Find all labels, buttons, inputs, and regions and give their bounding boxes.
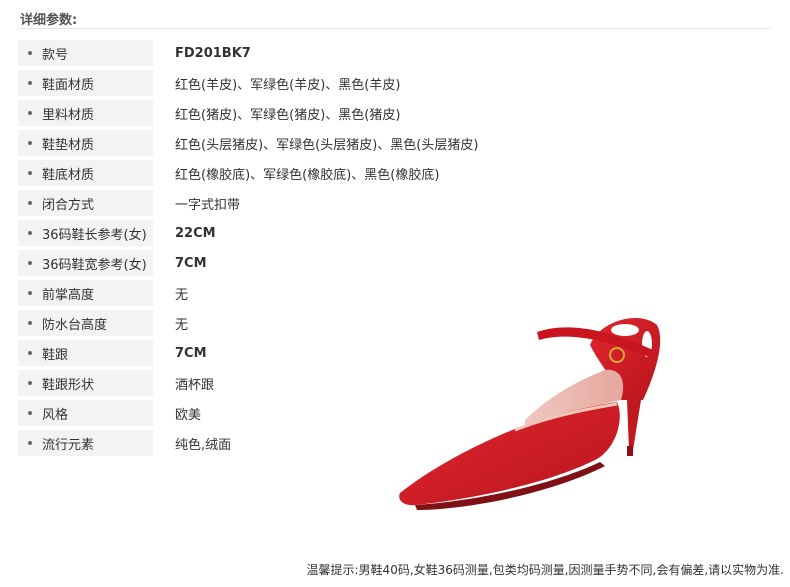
bullet-icon: [28, 141, 32, 145]
spec-label-cell: 里料材质: [18, 100, 153, 126]
bullet-icon: [28, 81, 32, 85]
spec-label-cell: 鞋跟: [18, 340, 153, 366]
red-heel-shoe-icon: [399, 317, 661, 510]
spec-value: 酒杯跟: [175, 377, 215, 393]
bullet-icon: [28, 231, 32, 235]
section-title: 详细参数:: [20, 13, 78, 28]
bullet-icon: [28, 201, 32, 205]
spec-label-cell: 鞋底材质: [18, 160, 153, 186]
bullet-icon: [28, 111, 32, 115]
spec-value: 无: [175, 317, 189, 333]
bullet-icon: [28, 441, 32, 445]
spec-label: 防水台高度: [42, 317, 108, 333]
spec-label: 36码鞋宽参考(女): [42, 257, 147, 273]
spec-label-cell: 流行元素: [18, 430, 153, 456]
spec-label-cell: 前掌高度: [18, 280, 153, 306]
bullet-icon: [28, 351, 32, 355]
spec-label-cell: 鞋跟形状: [18, 370, 153, 396]
spec-label: 鞋跟形状: [42, 377, 95, 393]
spec-value: 红色(橡胶底)、军绿色(橡胶底)、黑色(橡胶底): [175, 167, 440, 183]
spec-value: 红色(羊皮)、军绿色(羊皮)、黑色(羊皮): [175, 77, 401, 93]
bullet-icon: [28, 291, 32, 295]
spec-label-cell: 36码鞋长参考(女): [18, 220, 153, 246]
spec-label-cell: 鞋面材质: [18, 70, 153, 96]
spec-value: 红色(头层猪皮)、军绿色(头层猪皮)、黑色(头层猪皮): [175, 137, 479, 153]
spec-label: 鞋垫材质: [42, 137, 95, 153]
spec-label: 款号: [42, 47, 69, 63]
spec-label: 鞋底材质: [42, 167, 95, 183]
spec-value: 纯色,绒面: [175, 437, 232, 453]
spec-value: 22CM: [175, 225, 216, 241]
spec-label-cell: 36码鞋宽参考(女): [18, 250, 153, 276]
spec-label: 36码鞋长参考(女): [42, 227, 147, 243]
spec-label-cell: 风格: [18, 400, 153, 426]
spec-label: 鞋跟: [42, 347, 69, 363]
spec-value: 无: [175, 287, 189, 303]
spec-value: 欧美: [175, 407, 202, 423]
spec-label-cell: 闭合方式: [18, 190, 153, 216]
product-image: [395, 300, 675, 515]
spec-value: 一字式扣带: [175, 197, 241, 213]
bullet-icon: [28, 411, 32, 415]
spec-value: FD201BK7: [175, 45, 251, 61]
spec-label: 流行元素: [42, 437, 95, 453]
spec-value: 7CM: [175, 345, 207, 361]
spec-label: 里料材质: [42, 107, 95, 123]
sizing-note: 温馨提示:男鞋40码,女鞋36码测量,包类均码测量,因测量手势不同,会有偏差,请…: [306, 563, 784, 577]
bullet-icon: [28, 51, 32, 55]
bullet-icon: [28, 171, 32, 175]
bullet-icon: [28, 381, 32, 385]
spec-label: 闭合方式: [42, 197, 95, 213]
spec-label: 风格: [42, 407, 69, 423]
spec-label: 鞋面材质: [42, 77, 95, 93]
bullet-icon: [28, 321, 32, 325]
spec-label-cell: 款号: [18, 40, 153, 66]
title-divider: [18, 28, 770, 29]
bullet-icon: [28, 261, 32, 265]
spec-value: 7CM: [175, 255, 207, 271]
spec-label-cell: 防水台高度: [18, 310, 153, 336]
spec-label-cell: 鞋垫材质: [18, 130, 153, 156]
spec-value: 红色(猪皮)、军绿色(猪皮)、黑色(猪皮): [175, 107, 401, 123]
spec-label: 前掌高度: [42, 287, 95, 303]
